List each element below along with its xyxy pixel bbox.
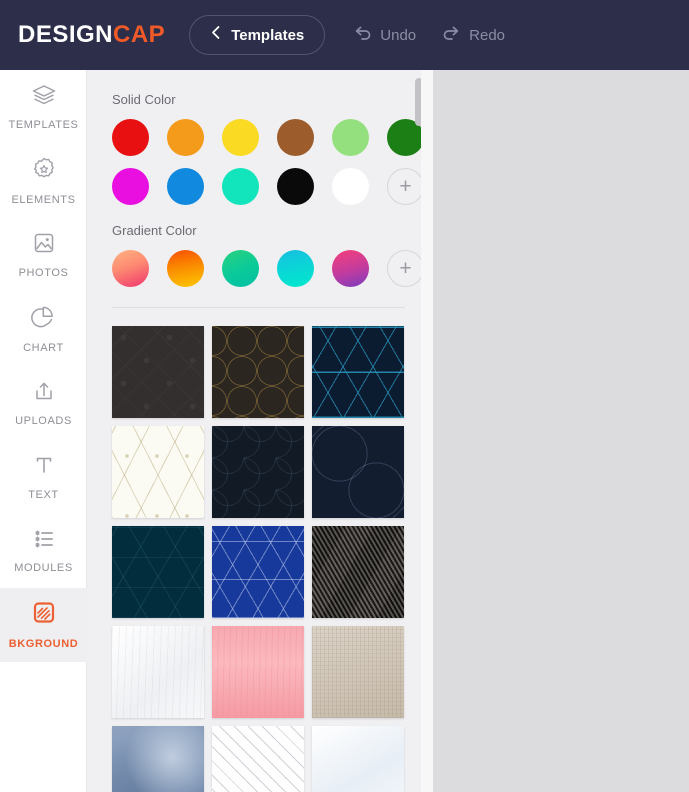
solid-swatch-black[interactable] [277, 168, 314, 205]
sidebar-item-label: ELEMENTS [11, 194, 76, 206]
redo-button[interactable]: Redo [442, 25, 505, 45]
sidebar-item-modules[interactable]: MODULES [0, 514, 87, 588]
undo-button[interactable]: Undo [353, 25, 416, 45]
undo-arrow-icon [353, 25, 372, 45]
sidebar-item-label: UPLOADS [15, 415, 72, 427]
bg-thumb-white-3d-triangle-pattern[interactable] [212, 726, 304, 792]
logo-text-cap: CAP [113, 21, 166, 48]
sidebar-item-label: TEMPLATES [8, 119, 79, 131]
solid-swatch-turquoise[interactable] [222, 168, 259, 205]
sidebar-item-label: MODULES [14, 562, 73, 574]
designcap-editor: DESIGNCAP Templates Undo Redo TEMPLATES … [0, 0, 689, 792]
templates-button-label: Templates [231, 26, 305, 44]
redo-label: Redo [469, 26, 505, 44]
sidebar-item-label: CHART [23, 342, 64, 354]
upload-icon [31, 379, 57, 408]
panel-divider [112, 307, 405, 308]
background-panel: Solid Color + Gradient Color + [87, 70, 433, 792]
bg-thumb-blue-sky-texture[interactable] [112, 726, 204, 792]
solid-swatch-yellow[interactable] [222, 119, 259, 156]
left-sidebar: TEMPLATES ELEMENTS PHOTOS CHART UPLOADS [0, 70, 87, 792]
sidebar-item-label: BKGROUND [8, 638, 79, 650]
designcap-logo: DESIGNCAP [18, 21, 165, 49]
templates-button[interactable]: Templates [189, 15, 326, 55]
undo-label: Undo [380, 26, 417, 44]
bg-thumb-navy-triangle-pattern[interactable] [312, 326, 404, 418]
sidebar-item-templates[interactable]: TEMPLATES [0, 70, 87, 144]
solid-color-row-2: + [112, 168, 433, 205]
bg-thumb-dark-navy-floral-pattern[interactable] [212, 426, 304, 518]
image-icon [31, 231, 57, 260]
bg-thumb-dark-gray-cross-pattern[interactable] [112, 326, 204, 418]
bg-thumb-white-paper-texture[interactable] [112, 626, 204, 718]
bg-thumb-beige-linen-texture[interactable] [312, 626, 404, 718]
sidebar-item-text[interactable]: TEXT [0, 440, 87, 514]
bg-thumb-dark-gray-cube-pattern[interactable] [312, 526, 404, 618]
chevron-left-icon [210, 25, 221, 45]
background-image-icon [30, 600, 58, 631]
solid-swatch-orange[interactable] [167, 119, 204, 156]
text-t-icon [31, 453, 57, 482]
sidebar-item-photos[interactable]: PHOTOS [0, 218, 87, 292]
list-icon [31, 528, 57, 555]
gradient-swatch-teal-cyan[interactable] [277, 250, 314, 287]
gradient-swatch-orange-pink[interactable] [112, 250, 149, 287]
plus-icon: + [399, 257, 412, 280]
gradient-color-row: + [112, 250, 433, 287]
redo-arrow-icon [442, 25, 461, 45]
gradient-color-title: Gradient Color [112, 223, 197, 238]
background-thumbnail-grid [112, 326, 405, 792]
canvas-area[interactable] [433, 70, 689, 792]
gradient-swatch-orange-yellow[interactable] [167, 250, 204, 287]
sidebar-item-label: PHOTOS [18, 267, 69, 279]
logo-text-design: DESIGN [18, 21, 114, 48]
solid-swatch-light-green[interactable] [332, 119, 369, 156]
plus-icon: + [399, 175, 412, 198]
solid-swatch-white[interactable] [332, 168, 369, 205]
gradient-swatch-pink-purple[interactable] [332, 250, 369, 287]
solid-swatch-brown[interactable] [277, 119, 314, 156]
sidebar-item-label: TEXT [28, 489, 59, 501]
bg-thumb-pink-watercolor-texture[interactable] [212, 626, 304, 718]
gradient-swatch-green-teal[interactable] [222, 250, 259, 287]
solid-color-title: Solid Color [112, 92, 176, 107]
sidebar-item-uploads[interactable]: UPLOADS [0, 366, 87, 440]
app-header: DESIGNCAP Templates Undo Redo [0, 0, 689, 70]
badge-star-icon [31, 156, 57, 187]
solid-swatch-magenta[interactable] [112, 168, 149, 205]
bg-thumb-cream-diamond-pattern[interactable] [112, 426, 204, 518]
sidebar-item-chart[interactable]: CHART [0, 292, 87, 366]
bg-thumb-dark-teal-geometric[interactable] [112, 526, 204, 618]
bg-thumb-pale-blue-white-texture[interactable] [312, 726, 404, 792]
layers-icon [31, 83, 57, 112]
sidebar-item-bkground[interactable]: BKGROUND [0, 588, 87, 662]
sidebar-item-elements[interactable]: ELEMENTS [0, 144, 87, 218]
bg-thumb-blue-cube-pattern[interactable] [212, 526, 304, 618]
solid-color-row-1 [112, 119, 433, 156]
bg-thumb-navy-circles-pattern[interactable] [312, 426, 404, 518]
solid-swatch-red[interactable] [112, 119, 149, 156]
panel-right-edge [421, 70, 433, 792]
solid-swatch-blue[interactable] [167, 168, 204, 205]
bg-thumb-dark-brown-ogee-pattern[interactable] [212, 326, 304, 418]
pie-chart-icon [30, 304, 57, 335]
